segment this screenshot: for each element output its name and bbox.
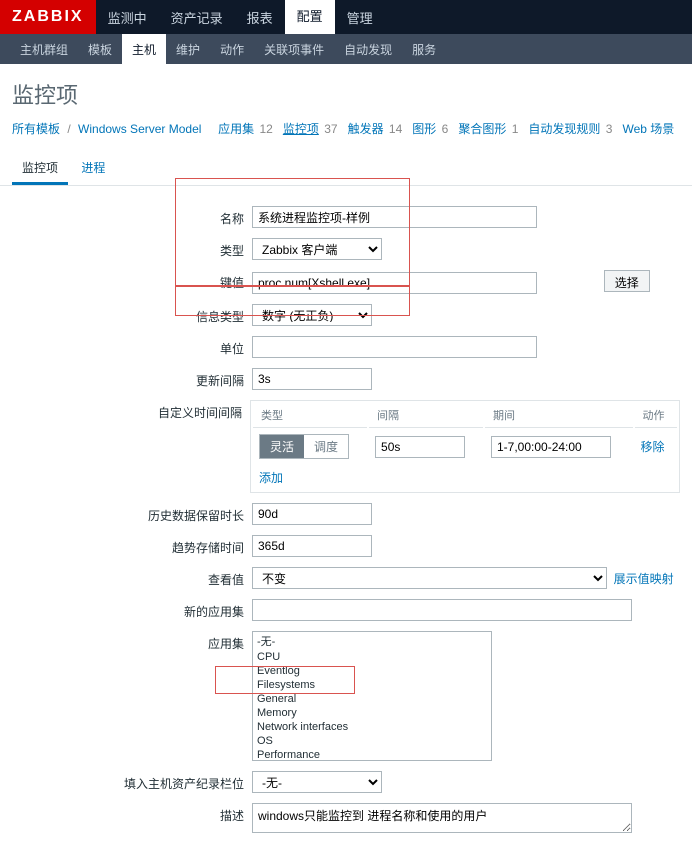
inventory-select[interactable]: -无- [252, 771, 382, 793]
subnav-services[interactable]: 服务 [402, 34, 446, 64]
page-title: 监控项 [0, 64, 692, 120]
sub-nav: 主机群组 模板 主机 维护 动作 关联项事件 自动发现 服务 [0, 34, 692, 64]
crumb-template[interactable]: Windows Server Model [78, 122, 201, 136]
seg-schedule[interactable]: 调度 [304, 435, 348, 458]
newapp-input[interactable] [252, 599, 632, 621]
crumb-triggers[interactable]: 触发器 [348, 122, 384, 136]
history-input[interactable] [252, 503, 372, 525]
nav-config[interactable]: 配置 [285, 0, 335, 34]
subnav-actions[interactable]: 动作 [210, 34, 254, 64]
app-opt-eventlog[interactable]: Eventlog [253, 664, 491, 678]
value-map-link[interactable]: 展示值映射 [614, 572, 674, 586]
tab-item[interactable]: 监控项 [12, 153, 68, 185]
subnav-hostgroups[interactable]: 主机群组 [10, 34, 78, 64]
type-select[interactable]: Zabbix 客户端 [252, 238, 382, 260]
nav-inventory[interactable]: 资产记录 [159, 0, 235, 34]
th-interval: 间隔 [369, 403, 483, 428]
label-name: 名称 [12, 206, 252, 227]
add-interval-link[interactable]: 添加 [259, 471, 283, 485]
subnav-correlation[interactable]: 关联项事件 [254, 34, 334, 64]
app-listbox[interactable]: -无- CPU Eventlog Filesystems General Mem… [252, 631, 492, 761]
tabs: 监控项 进程 [0, 145, 692, 186]
crumb-graphs-count: 6 [442, 122, 449, 136]
label-newapp: 新的应用集 [12, 599, 252, 620]
app-opt-os[interactable]: OS [253, 734, 491, 748]
label-trend: 趋势存储时间 [12, 535, 252, 556]
crumb-graphs[interactable]: 图形 [412, 122, 436, 136]
label-history: 历史数据保留时长 [12, 503, 252, 524]
crumb-items[interactable]: 监控项 [283, 122, 319, 136]
nav-reports[interactable]: 报表 [235, 0, 285, 34]
crumb-triggers-count: 14 [389, 122, 402, 136]
top-nav: 监测中 资产记录 报表 配置 管理 [96, 0, 385, 34]
unit-input[interactable] [252, 336, 537, 358]
crumb-screens-count: 1 [512, 122, 519, 136]
subnav-templates[interactable]: 模板 [78, 34, 122, 64]
crumb-all-templates[interactable]: 所有模板 [12, 122, 60, 136]
label-unit: 单位 [12, 336, 252, 357]
crumb-apps-count: 12 [259, 122, 272, 136]
subnav-maintenance[interactable]: 维护 [166, 34, 210, 64]
custom-interval-table: 类型 间隔 期间 动作 灵活 调度 移除 添加 [250, 400, 680, 493]
th-type: 类型 [253, 403, 367, 428]
crumb-screens[interactable]: 聚合图形 [458, 122, 506, 136]
name-input[interactable] [252, 206, 537, 228]
app-opt-performance[interactable]: Performance [253, 748, 491, 761]
label-type: 类型 [12, 238, 252, 259]
label-key: 键值 [12, 270, 252, 291]
label-app: 应用集 [12, 631, 252, 652]
desc-textarea[interactable]: windows只能监控到 进程名称和使用的用户 [252, 803, 632, 833]
label-inventory: 填入主机资产纪录栏位 [12, 771, 252, 792]
app-opt-cpu[interactable]: CPU [253, 650, 491, 664]
app-opt-general[interactable]: General [253, 692, 491, 706]
custom-interval-input[interactable] [375, 436, 465, 458]
crumb-discovery[interactable]: 自动发现规则 [528, 122, 600, 136]
th-period: 期间 [485, 403, 633, 428]
interval-type-toggle[interactable]: 灵活 调度 [259, 434, 349, 459]
label-infotype: 信息类型 [12, 304, 252, 325]
label-view: 查看值 [12, 567, 252, 588]
label-desc: 描述 [12, 803, 252, 824]
crumb-discovery-count: 3 [606, 122, 613, 136]
crumb-sep: / [67, 122, 70, 136]
seg-flexible[interactable]: 灵活 [260, 435, 304, 458]
interval-input[interactable] [252, 368, 372, 390]
nav-admin[interactable]: 管理 [335, 0, 385, 34]
app-opt-filesystems[interactable]: Filesystems [253, 678, 491, 692]
key-select-button[interactable]: 选择 [604, 270, 650, 292]
remove-interval-link[interactable]: 移除 [641, 440, 665, 454]
breadcrumb: 所有模板 / Windows Server Model 应用集 12 监控项 3… [0, 120, 692, 145]
key-input[interactable] [252, 272, 537, 294]
custom-period-input[interactable] [491, 436, 611, 458]
app-opt-network[interactable]: Network interfaces [253, 720, 491, 734]
logo: ZABBIX [0, 0, 96, 34]
subnav-discovery[interactable]: 自动发现 [334, 34, 402, 64]
crumb-web[interactable]: Web 场景 [622, 122, 674, 136]
label-custom-interval: 自定义时间间隔 [12, 400, 250, 421]
view-select[interactable]: 不变 [252, 567, 607, 589]
app-opt-none[interactable]: -无- [253, 632, 491, 650]
tab-process[interactable]: 进程 [71, 153, 115, 182]
nav-monitor[interactable]: 监测中 [96, 0, 159, 34]
crumb-items-count: 37 [324, 122, 337, 136]
app-opt-memory[interactable]: Memory [253, 706, 491, 720]
subnav-hosts[interactable]: 主机 [122, 34, 166, 64]
label-interval: 更新间隔 [12, 368, 252, 389]
crumb-apps[interactable]: 应用集 [218, 122, 254, 136]
th-action: 动作 [635, 403, 677, 428]
infotype-select[interactable]: 数字 (无正负) [252, 304, 372, 326]
trend-input[interactable] [252, 535, 372, 557]
